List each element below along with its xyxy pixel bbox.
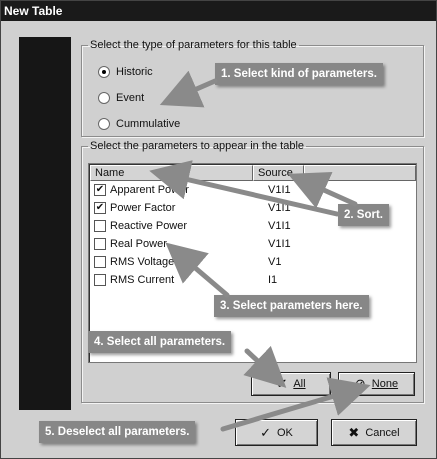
callout-deselect-all: 5. Deselect all parameters. bbox=[39, 421, 196, 443]
radio-historic-dot[interactable] bbox=[98, 66, 110, 78]
column-header-source[interactable]: Source bbox=[253, 165, 304, 181]
select-none-label: None bbox=[371, 378, 399, 390]
row-source: V1I1 bbox=[268, 202, 291, 214]
row-checkbox[interactable] bbox=[94, 256, 106, 268]
row-name: Reactive Power bbox=[110, 220, 188, 232]
row-name: RMS Current bbox=[110, 274, 175, 286]
callout-select-all: 4. Select all parameters. bbox=[88, 331, 232, 353]
parameter-type-legend: Select the type of parameters for this t… bbox=[90, 39, 297, 51]
ok-label: OK bbox=[277, 426, 293, 439]
radio-cummulative[interactable]: Cummulative bbox=[98, 116, 180, 132]
x-icon: ✖ bbox=[348, 424, 360, 440]
select-all-label: All bbox=[293, 378, 306, 390]
select-all-button[interactable]: ✔ All bbox=[251, 372, 331, 396]
row-name: RMS Voltage bbox=[110, 256, 175, 268]
list-item[interactable]: ✔ Power Factor V1I1 bbox=[94, 199, 318, 217]
row-source: V1 bbox=[268, 256, 282, 268]
list-item[interactable]: RMS Voltage V1 bbox=[94, 253, 318, 271]
parameters-legend: Select the parameters to appear in the t… bbox=[90, 140, 305, 152]
column-header-name[interactable]: Name bbox=[90, 165, 253, 181]
radio-event-dot[interactable] bbox=[98, 92, 110, 104]
callout-sort: 2. Sort. bbox=[338, 204, 389, 226]
check-icon: ✓ bbox=[260, 424, 271, 440]
new-table-dialog: New Table Select the type of parameters … bbox=[0, 0, 437, 459]
callout-select-kind: 1. Select kind of parameters. bbox=[215, 63, 383, 85]
row-source: I1 bbox=[268, 274, 278, 286]
list-item[interactable]: ✔ Apparent Power V1I1 bbox=[94, 181, 318, 199]
row-name: Power Factor bbox=[110, 202, 176, 214]
radio-event-label: Event bbox=[116, 92, 145, 104]
row-source: V1I1 bbox=[268, 220, 291, 232]
callout-select-parameters: 3. Select parameters here. bbox=[214, 295, 369, 317]
select-none-button[interactable]: ⊘ None bbox=[338, 372, 415, 396]
row-checkbox[interactable] bbox=[94, 238, 106, 250]
radio-historic[interactable]: Historic bbox=[98, 64, 153, 80]
checkmarks-icon: ✔ bbox=[276, 376, 288, 391]
list-item[interactable]: Reactive Power V1I1 bbox=[94, 217, 318, 235]
ok-button[interactable]: ✓ OK bbox=[235, 419, 318, 446]
no-entry-icon: ⊘ bbox=[354, 376, 366, 391]
list-item[interactable]: Real Power V1I1 bbox=[94, 235, 318, 253]
row-checkbox[interactable]: ✔ bbox=[94, 184, 106, 196]
radio-cummulative-dot[interactable] bbox=[98, 118, 110, 130]
window-title: New Table bbox=[1, 1, 436, 21]
cancel-label: Cancel bbox=[365, 426, 400, 439]
row-source: V1I1 bbox=[268, 238, 291, 250]
radio-event[interactable]: Event bbox=[98, 90, 144, 106]
cancel-button[interactable]: ✖ Cancel bbox=[331, 419, 417, 446]
radio-historic-label: Historic bbox=[116, 66, 153, 78]
list-header: Name Source bbox=[90, 165, 416, 181]
radio-cummulative-label: Cummulative bbox=[116, 118, 181, 130]
row-checkbox[interactable]: ✔ bbox=[94, 202, 106, 214]
row-checkbox[interactable] bbox=[94, 274, 106, 286]
row-source: V1I1 bbox=[268, 184, 291, 196]
row-name: Apparent Power bbox=[110, 184, 189, 196]
row-checkbox[interactable] bbox=[94, 220, 106, 232]
column-header-filler bbox=[304, 165, 416, 181]
side-image-panel bbox=[19, 37, 71, 410]
row-name: Real Power bbox=[110, 238, 167, 250]
list-item[interactable]: RMS Current I1 bbox=[94, 271, 318, 289]
